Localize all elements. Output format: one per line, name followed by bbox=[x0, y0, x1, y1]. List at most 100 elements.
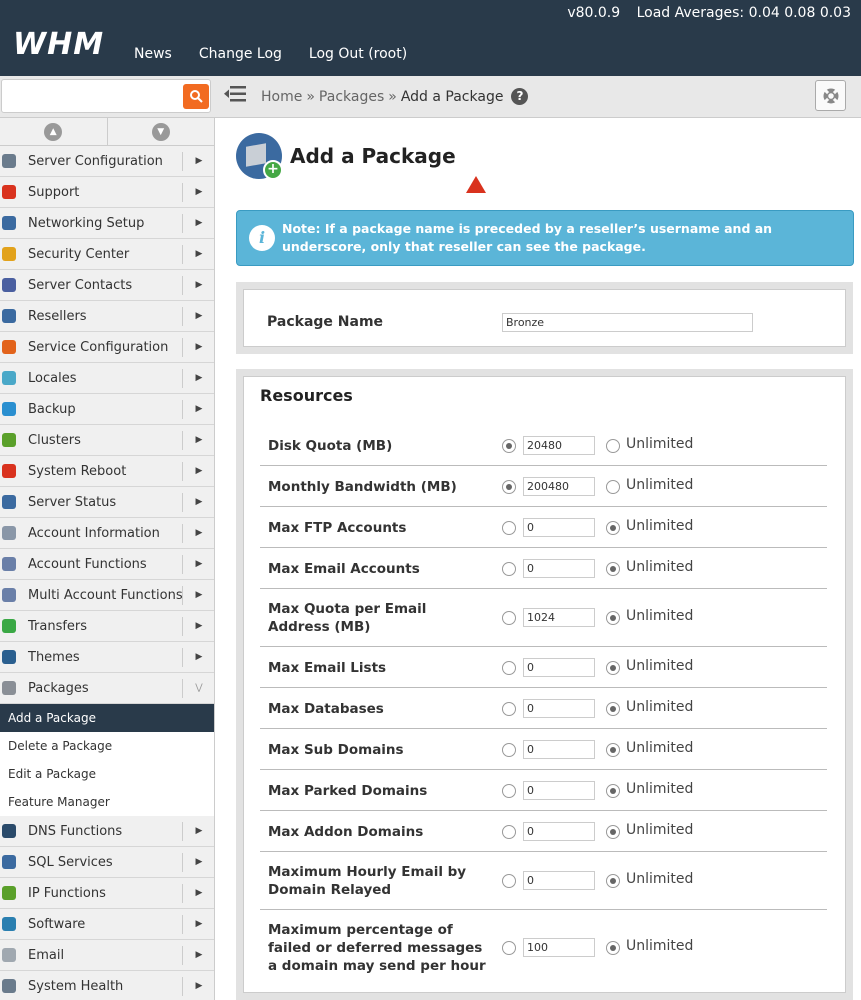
expand-arrow-icon[interactable]: ▶ bbox=[182, 853, 214, 872]
expand-arrow-icon[interactable]: ▶ bbox=[182, 946, 214, 965]
sidebar-item-security-center[interactable]: Security Center ▶ bbox=[0, 239, 214, 270]
submenu-item-feature-manager[interactable]: Feature Manager bbox=[0, 788, 214, 816]
expand-arrow-icon[interactable]: ▶ bbox=[182, 400, 214, 419]
sidebar-item-sql-services[interactable]: SQL Services ▶ bbox=[0, 847, 214, 878]
expand-arrow-icon[interactable]: ▶ bbox=[182, 307, 214, 326]
sidebar-item-system-health[interactable]: System Health ▶ bbox=[0, 971, 214, 1000]
value-radio[interactable] bbox=[502, 479, 516, 494]
sidebar-item-system-reboot[interactable]: System Reboot ▶ bbox=[0, 456, 214, 487]
scroll-up-icon[interactable]: ▲ bbox=[44, 122, 63, 141]
sidebar-item-packages[interactable]: Packages ⋁ bbox=[0, 673, 214, 704]
value-radio[interactable] bbox=[502, 561, 516, 576]
value-radio[interactable] bbox=[502, 438, 516, 453]
expand-arrow-icon[interactable]: ▶ bbox=[182, 822, 214, 841]
sidebar-item-backup[interactable]: Backup ▶ bbox=[0, 394, 214, 425]
value-radio[interactable] bbox=[502, 701, 516, 716]
sidebar-item-transfers[interactable]: Transfers ▶ bbox=[0, 611, 214, 642]
resource-value-input[interactable]: 0 bbox=[523, 558, 595, 578]
resource-value-input[interactable]: 0 bbox=[523, 871, 595, 890]
resource-value-input[interactable]: 0 bbox=[523, 517, 595, 537]
unlimited-radio[interactable] bbox=[606, 438, 620, 453]
sidebar-item-multi-account-functions[interactable]: Multi Account Functions ▶ bbox=[0, 580, 214, 611]
submenu-item-edit-a-package[interactable]: Edit a Package bbox=[0, 760, 214, 788]
expand-arrow-icon[interactable]: ▶ bbox=[182, 915, 214, 934]
chevron-down-icon[interactable]: ⋁ bbox=[182, 679, 214, 698]
resource-value-input[interactable]: 100 bbox=[523, 937, 595, 957]
resource-value-input[interactable]: 0 bbox=[523, 739, 595, 759]
unlimited-radio[interactable] bbox=[606, 520, 620, 535]
expand-arrow-icon[interactable]: ▶ bbox=[182, 586, 214, 605]
menu-toggle-icon[interactable] bbox=[224, 85, 246, 105]
resource-value-input[interactable]: 200480 bbox=[523, 476, 595, 496]
breadcrumb-home[interactable]: Home bbox=[261, 89, 302, 105]
sidebar-item-service-configuration[interactable]: Service Configuration ▶ bbox=[0, 332, 214, 363]
unlimited-radio[interactable] bbox=[606, 940, 620, 955]
expand-arrow-icon[interactable]: ▶ bbox=[182, 152, 214, 171]
sidebar-item-dns-functions[interactable]: DNS Functions ▶ bbox=[0, 816, 214, 847]
unlimited-radio[interactable] bbox=[606, 874, 620, 888]
unlimited-radio[interactable] bbox=[606, 701, 620, 716]
expand-arrow-icon[interactable]: ▶ bbox=[182, 338, 214, 357]
expand-arrow-icon[interactable]: ▶ bbox=[182, 617, 214, 636]
support-button[interactable] bbox=[815, 80, 846, 111]
sidebar-item-locales[interactable]: Locales ▶ bbox=[0, 363, 214, 394]
unlimited-radio[interactable] bbox=[606, 479, 620, 494]
expand-arrow-icon[interactable]: ▶ bbox=[182, 276, 214, 295]
whm-logo[interactable]: WHM bbox=[13, 27, 104, 62]
expand-arrow-icon[interactable]: ▶ bbox=[182, 884, 214, 903]
unlimited-radio[interactable] bbox=[606, 824, 620, 839]
value-radio[interactable] bbox=[502, 742, 516, 757]
expand-arrow-icon[interactable]: ▶ bbox=[182, 555, 214, 574]
unlimited-radio[interactable] bbox=[606, 611, 620, 625]
expand-arrow-icon[interactable]: ▶ bbox=[182, 369, 214, 388]
sidebar-item-themes[interactable]: Themes ▶ bbox=[0, 642, 214, 673]
resource-value-input[interactable]: 0 bbox=[523, 821, 595, 841]
sidebar-item-account-functions[interactable]: Account Functions ▶ bbox=[0, 549, 214, 580]
unlimited-radio[interactable] bbox=[606, 742, 620, 757]
sidebar-item-software[interactable]: Software ▶ bbox=[0, 909, 214, 940]
expand-arrow-icon[interactable]: ▶ bbox=[182, 493, 214, 512]
value-radio[interactable] bbox=[502, 824, 516, 839]
value-radio[interactable] bbox=[502, 940, 516, 955]
sidebar-item-ip-functions[interactable]: IP Functions ▶ bbox=[0, 878, 214, 909]
value-radio[interactable] bbox=[502, 520, 516, 535]
resource-value-input[interactable]: 0 bbox=[523, 698, 595, 718]
unlimited-radio[interactable] bbox=[606, 783, 620, 798]
value-radio[interactable] bbox=[502, 611, 516, 625]
expand-arrow-icon[interactable]: ▶ bbox=[182, 648, 214, 667]
unlimited-radio[interactable] bbox=[606, 660, 620, 675]
value-radio[interactable] bbox=[502, 783, 516, 798]
sidebar-item-server-contacts[interactable]: Server Contacts ▶ bbox=[0, 270, 214, 301]
sidebar-item-resellers[interactable]: Resellers ▶ bbox=[0, 301, 214, 332]
resource-value-input[interactable]: 0 bbox=[523, 780, 595, 800]
submenu-item-add-a-package[interactable]: Add a Package bbox=[0, 704, 214, 732]
value-radio[interactable] bbox=[502, 874, 516, 888]
search-button[interactable] bbox=[183, 84, 209, 109]
sidebar-item-server-configuration[interactable]: Server Configuration ▶ bbox=[0, 146, 214, 177]
expand-arrow-icon[interactable]: ▶ bbox=[182, 214, 214, 233]
expand-arrow-icon[interactable]: ▶ bbox=[182, 183, 214, 202]
nav-logout-link[interactable]: Log Out (root) bbox=[309, 46, 407, 62]
resource-value-input[interactable]: 20480 bbox=[523, 435, 595, 455]
value-radio[interactable] bbox=[502, 660, 516, 675]
scroll-down-icon[interactable]: ▼ bbox=[151, 122, 170, 141]
expand-arrow-icon[interactable]: ▶ bbox=[182, 245, 214, 264]
unlimited-radio[interactable] bbox=[606, 561, 620, 576]
expand-arrow-icon[interactable]: ▶ bbox=[182, 977, 214, 996]
sidebar-item-networking-setup[interactable]: Networking Setup ▶ bbox=[0, 208, 214, 239]
expand-arrow-icon[interactable]: ▶ bbox=[182, 524, 214, 543]
resource-value-input[interactable]: 1024 bbox=[523, 608, 595, 627]
sidebar-item-email[interactable]: Email ▶ bbox=[0, 940, 214, 971]
breadcrumb-packages[interactable]: Packages bbox=[319, 89, 384, 105]
package-name-input[interactable]: Bronze bbox=[502, 313, 753, 332]
help-icon[interactable]: ? bbox=[511, 88, 529, 105]
sidebar-item-clusters[interactable]: Clusters ▶ bbox=[0, 425, 214, 456]
expand-arrow-icon[interactable]: ▶ bbox=[182, 462, 214, 481]
submenu-item-delete-a-package[interactable]: Delete a Package bbox=[0, 732, 214, 760]
sidebar-item-server-status[interactable]: Server Status ▶ bbox=[0, 487, 214, 518]
expand-arrow-icon[interactable]: ▶ bbox=[182, 431, 214, 450]
search-input[interactable] bbox=[1, 79, 211, 113]
nav-changelog-link[interactable]: Change Log bbox=[199, 46, 282, 62]
nav-news-link[interactable]: News bbox=[134, 46, 172, 62]
sidebar-item-account-information[interactable]: Account Information ▶ bbox=[0, 518, 214, 549]
